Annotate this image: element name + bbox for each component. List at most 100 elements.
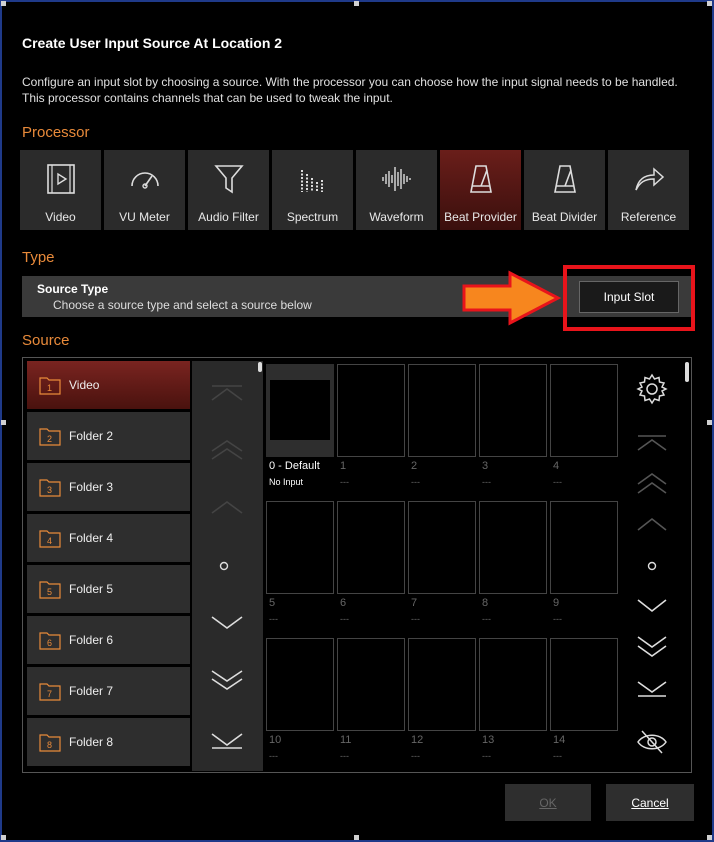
- callout-arrow-icon: [462, 270, 562, 326]
- page-down-icon[interactable]: [210, 669, 244, 693]
- slot-number: 10: [269, 734, 282, 746]
- slot-number: 5: [269, 597, 276, 609]
- scroll-top-icon[interactable]: [210, 383, 244, 403]
- resize-handle[interactable]: [354, 1, 359, 6]
- folder-item[interactable]: 6 Folder 6: [27, 616, 190, 664]
- input-slot[interactable]: 11 ---: [337, 638, 405, 768]
- slot-status: ---: [340, 614, 349, 624]
- processor-spectrum[interactable]: Spectrum: [272, 150, 353, 230]
- processor-label: Audio Filter: [198, 210, 259, 224]
- hide-eye-icon[interactable]: [636, 729, 668, 755]
- processor-vu-meter[interactable]: VU Meter: [104, 150, 185, 230]
- slot-number: 8: [482, 597, 489, 609]
- scroll-top-icon[interactable]: [636, 434, 668, 452]
- processor-video[interactable]: Video: [20, 150, 101, 230]
- folder-item[interactable]: 1 Video: [27, 361, 190, 409]
- slot-number: 7: [411, 597, 418, 609]
- resize-handle[interactable]: [1, 835, 6, 840]
- slot-status: ---: [553, 751, 562, 761]
- slot-scrollbar-thumb[interactable]: [685, 362, 689, 382]
- input-slot[interactable]: 3 ---: [479, 364, 547, 494]
- folder-label: Folder 5: [69, 582, 114, 596]
- scroll-down-icon[interactable]: [636, 598, 668, 614]
- metronome-icon: [553, 165, 576, 193]
- slot-number: 1: [340, 460, 347, 472]
- folder-item[interactable]: 2 Folder 2: [27, 412, 190, 460]
- processor-waveform[interactable]: Waveform: [356, 150, 437, 230]
- folder-label: Video: [69, 378, 100, 392]
- input-slot[interactable]: 2 ---: [408, 364, 476, 494]
- input-slot[interactable]: 10 ---: [266, 638, 334, 768]
- resize-handle[interactable]: [707, 420, 712, 425]
- slot-status: ---: [269, 751, 278, 761]
- input-slot[interactable]: 6 ---: [337, 501, 405, 631]
- processor-audio-filter[interactable]: Audio Filter: [188, 150, 269, 230]
- resize-handle[interactable]: [354, 835, 359, 840]
- resize-handle[interactable]: [1, 420, 6, 425]
- input-slot-button[interactable]: Input Slot: [579, 281, 679, 313]
- folder-icon: 3: [39, 479, 61, 497]
- cancel-label: Cancel: [631, 795, 669, 810]
- center-dot-icon[interactable]: [636, 559, 668, 573]
- folder-item[interactable]: 8 Folder 8: [27, 718, 190, 766]
- slot-number: 0 - Default: [269, 460, 320, 472]
- folder-icon: 1: [39, 377, 61, 395]
- cancel-button[interactable]: Cancel: [606, 784, 694, 821]
- folder-list: 1 Video 2 Folder 2 3 Folder 3 4 Folder 4…: [27, 361, 190, 769]
- folder-item[interactable]: 3 Folder 3: [27, 463, 190, 511]
- processor-label: Beat Divider: [531, 210, 598, 224]
- input-slot[interactable]: 7 ---: [408, 501, 476, 631]
- dialog-title: Create User Input Source At Location 2: [22, 35, 283, 51]
- folder-item[interactable]: 5 Folder 5: [27, 565, 190, 613]
- processor-label: VU Meter: [119, 210, 170, 224]
- folder-scrollbar-thumb[interactable]: [258, 362, 262, 372]
- scroll-bottom-icon[interactable]: [210, 731, 244, 751]
- page-up-icon[interactable]: [636, 472, 668, 496]
- processor-label: Video: [45, 210, 76, 224]
- slot-status: ---: [553, 477, 562, 487]
- slot-status: ---: [411, 477, 420, 487]
- metronome-icon: [469, 165, 492, 193]
- input-slot[interactable]: 13 ---: [479, 638, 547, 768]
- processor-reference[interactable]: Reference: [608, 150, 689, 230]
- folder-number: 4: [47, 536, 52, 546]
- folder-item[interactable]: 4 Folder 4: [27, 514, 190, 562]
- slot-status: ---: [340, 751, 349, 761]
- scroll-bottom-icon[interactable]: [636, 680, 668, 698]
- input-slot[interactable]: 1 ---: [337, 364, 405, 494]
- input-slot[interactable]: 12 ---: [408, 638, 476, 768]
- input-slot[interactable]: 4 ---: [550, 364, 618, 494]
- page-down-icon[interactable]: [636, 635, 668, 659]
- page-up-icon[interactable]: [210, 439, 244, 461]
- dialog-description: Configure an input slot by choosing a so…: [22, 75, 678, 105]
- source-type-subtitle: Choose a source type and select a source…: [53, 298, 312, 312]
- input-slot[interactable]: 5 ---: [266, 501, 334, 631]
- gear-icon[interactable]: [636, 373, 668, 405]
- processor-beat-divider[interactable]: Beat Divider: [524, 150, 605, 230]
- folder-label: Folder 7: [69, 684, 114, 698]
- input-slot[interactable]: 9 ---: [550, 501, 618, 631]
- scroll-down-icon[interactable]: [210, 615, 244, 631]
- source-heading: Source: [22, 332, 70, 349]
- resize-handle[interactable]: [707, 835, 712, 840]
- folder-icon: 2: [39, 428, 61, 446]
- slot-status: No Input: [269, 477, 304, 487]
- folder-label: Folder 2: [69, 429, 114, 443]
- source-type-title: Source Type: [37, 282, 109, 296]
- scroll-up-icon[interactable]: [210, 499, 244, 515]
- input-slot[interactable]: 0 - Default No Input: [266, 364, 334, 494]
- processor-beat-provider[interactable]: Beat Provider: [440, 150, 521, 230]
- slot-number: 4: [553, 460, 560, 472]
- slot-status: ---: [482, 751, 491, 761]
- input-slot[interactable]: 8 ---: [479, 501, 547, 631]
- folder-number: 6: [47, 638, 52, 648]
- slot-status: ---: [269, 614, 278, 624]
- input-slot[interactable]: 14 ---: [550, 638, 618, 768]
- ok-button[interactable]: OK: [505, 784, 591, 821]
- folder-item[interactable]: 7 Folder 7: [27, 667, 190, 715]
- resize-handle[interactable]: [707, 1, 712, 6]
- scroll-up-icon[interactable]: [636, 516, 668, 532]
- center-dot-icon[interactable]: [210, 559, 244, 573]
- resize-handle[interactable]: [1, 1, 6, 6]
- slot-number: 12: [411, 734, 424, 746]
